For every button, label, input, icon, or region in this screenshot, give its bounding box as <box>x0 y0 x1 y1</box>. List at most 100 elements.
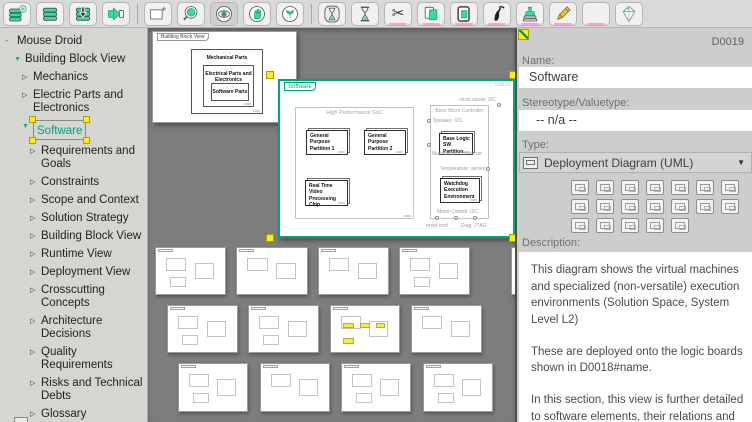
selection-handle[interactable] <box>83 137 90 144</box>
diagram-type-icon[interactable] <box>721 180 739 195</box>
collapsed-toggle-icon[interactable]: ▷ <box>30 248 41 261</box>
collapsed-toggle-icon[interactable]: ▷ <box>30 266 41 279</box>
diagram-thumbnail[interactable] <box>167 305 238 353</box>
tree-item-quality-requirements[interactable]: ▷ Quality Requirements <box>2 346 145 372</box>
database-save-button[interactable] <box>69 2 97 26</box>
expanded-toggle-icon[interactable]: ▼ <box>14 53 25 66</box>
diagram-type-icon[interactable] <box>596 199 614 214</box>
chip-watchdog-env[interactable]: Watchdog Execution Environment <box>440 178 480 203</box>
diagram-type-icon[interactable] <box>646 218 664 233</box>
selection-handle[interactable] <box>29 116 36 123</box>
collapsed-toggle-icon[interactable]: ▷ <box>22 89 33 102</box>
collapsed-toggle-icon[interactable]: ▷ <box>30 284 41 297</box>
name-input[interactable] <box>519 67 752 88</box>
diagram-canvas[interactable]: Building Block View «…» Mechanical Parts… <box>148 28 515 422</box>
chip-rt-video-processing[interactable]: Real Time Video Processing Chip <box>305 180 348 206</box>
gem-button[interactable] <box>615 2 643 26</box>
hourglass-framed-button[interactable] <box>318 2 346 26</box>
electrical-parts-box[interactable]: «…» Electrical Parts and Electronics «…»… <box>203 65 254 107</box>
port-motor[interactable] <box>435 216 439 220</box>
collapsed-toggle-icon[interactable]: ▷ <box>30 377 41 390</box>
diagram-type-icon[interactable] <box>621 180 639 195</box>
tree-item-solution-strategy[interactable]: ▷ Solution Strategy <box>2 212 145 225</box>
diagram-type-icon[interactable] <box>596 218 614 233</box>
zoom-button[interactable] <box>177 2 205 26</box>
tree-item-risks-and-technical-debts[interactable]: ▷ Risks and Technical Debts <box>2 377 145 403</box>
pan-button[interactable] <box>243 2 271 26</box>
type-dropdown[interactable]: Deployment Diagram (UML) ▼ <box>519 152 752 173</box>
diagram-thumbnail[interactable] <box>318 247 389 295</box>
chip-gp-partition-1[interactable]: General Purpose Partition 1 <box>306 130 348 155</box>
collapsed-toggle-icon[interactable]: ▷ <box>30 145 41 158</box>
tree-item-crosscutting-concepts[interactable]: ▷ Crosscutting Concepts <box>2 284 145 310</box>
tree-item-runtime-view[interactable]: ▷ Runtime View <box>2 248 145 261</box>
collapsed-toggle-icon[interactable]: ▷ <box>22 71 33 84</box>
diagram-type-icon[interactable] <box>571 199 589 214</box>
diagram-thumbnail[interactable] <box>341 363 411 412</box>
diagram-thumbnail[interactable] <box>330 305 400 353</box>
diagram-type-icon[interactable] <box>646 180 664 195</box>
hourglass-button[interactable] <box>351 2 379 26</box>
collapsed-toggle-icon[interactable]: ▷ <box>30 315 41 328</box>
collapsed-toggle-icon[interactable]: ▷ <box>30 346 41 359</box>
diagram-selection-handle[interactable] <box>266 234 274 242</box>
paste-button[interactable] <box>450 2 478 26</box>
stereotype-field[interactable]: -- n/a -- <box>519 110 752 131</box>
diagram-type-icon[interactable] <box>621 199 639 214</box>
tree-item-scope-and-context[interactable]: ▷ Scope and Context <box>2 194 145 207</box>
diagram-thumbnail[interactable] <box>178 363 248 412</box>
edit-button[interactable] <box>549 2 577 26</box>
collapsed-toggle-icon[interactable]: ▷ <box>30 230 41 243</box>
diagram-thumbnail[interactable] <box>411 305 482 353</box>
page-tab[interactable]: Software <box>284 82 316 91</box>
port-reset[interactable] <box>454 216 458 220</box>
diagram-thumbnail[interactable] <box>155 247 226 295</box>
diagram-type-icon[interactable] <box>571 218 589 233</box>
database-button[interactable] <box>36 2 64 26</box>
building-block-view-page[interactable]: Building Block View «…» Mechanical Parts… <box>152 31 297 123</box>
collapsed-toggle-icon[interactable]: ▷ <box>30 176 41 189</box>
diagram-type-icon[interactable] <box>671 180 689 195</box>
port-main-connector[interactable] <box>427 143 431 147</box>
tree-item-architecture-decisions[interactable]: ▷ Architecture Decisions <box>2 315 145 341</box>
tree-item-deployment-view[interactable]: ▷ Deployment View <box>2 266 145 279</box>
diagram-thumbnail[interactable] <box>260 363 330 412</box>
diagram-thumbnail[interactable] <box>248 305 319 353</box>
collapsed-toggle-icon[interactable]: ▷ <box>30 408 41 421</box>
diagram-thumbnail[interactable] <box>236 247 308 295</box>
mechanical-parts-box[interactable]: «…» Mechanical Parts «…» Electrical Part… <box>191 49 263 114</box>
diagram-selection-handle[interactable] <box>266 71 274 79</box>
diagram-type-icon[interactable] <box>721 199 739 214</box>
new-frame-button[interactable] <box>144 2 172 26</box>
high-performance-soc-node[interactable]: High Performance SoC General Purpose Par… <box>295 107 414 219</box>
tree-item-mechanics[interactable]: ▷ Mechanics <box>2 71 145 84</box>
page-tab[interactable]: Building Block View <box>157 33 209 41</box>
diagram-type-icon[interactable] <box>596 180 614 195</box>
selection-handle[interactable] <box>83 116 90 123</box>
empty-button[interactable] <box>582 2 610 26</box>
seedling-button[interactable] <box>276 2 304 26</box>
chip-gp-partition-2[interactable]: General Purpose Partition 2 <box>364 130 406 155</box>
database-add-button[interactable] <box>3 2 31 26</box>
tree-item-building-block-view[interactable]: ▼ Building Block View <box>2 53 145 66</box>
tree-item-electric-parts[interactable]: ▷ Electric Parts and Electronics <box>2 89 145 115</box>
port-clock[interactable] <box>497 103 501 107</box>
tree-item-software[interactable]: ▼ Software <box>2 120 145 140</box>
delete-button[interactable] <box>483 2 511 26</box>
diagram-type-icon[interactable] <box>571 180 589 195</box>
collapsed-toggle-icon[interactable]: ▷ <box>30 194 41 207</box>
port-diag[interactable] <box>473 216 477 220</box>
software-deployment-page[interactable]: Software D0019 High Performance SoC Gene… <box>278 79 515 238</box>
diagram-type-icon[interactable] <box>621 218 639 233</box>
diagram-type-icon[interactable] <box>671 218 689 233</box>
selection-handle[interactable] <box>29 137 36 144</box>
export-button[interactable] <box>102 2 130 26</box>
diagram-type-icon[interactable] <box>646 199 664 214</box>
diagram-type-icon[interactable] <box>671 199 689 214</box>
diagram-type-icon[interactable] <box>696 199 714 214</box>
diagram-thumbnail[interactable] <box>423 363 493 412</box>
tree-item-building-block-view-2[interactable]: ▷ Building Block View <box>2 230 145 243</box>
edit-handle-icon[interactable] <box>518 29 529 40</box>
diagram-type-icon[interactable] <box>696 180 714 195</box>
tree-item-mouse-droid[interactable]: ▪ Mouse Droid <box>2 35 145 48</box>
